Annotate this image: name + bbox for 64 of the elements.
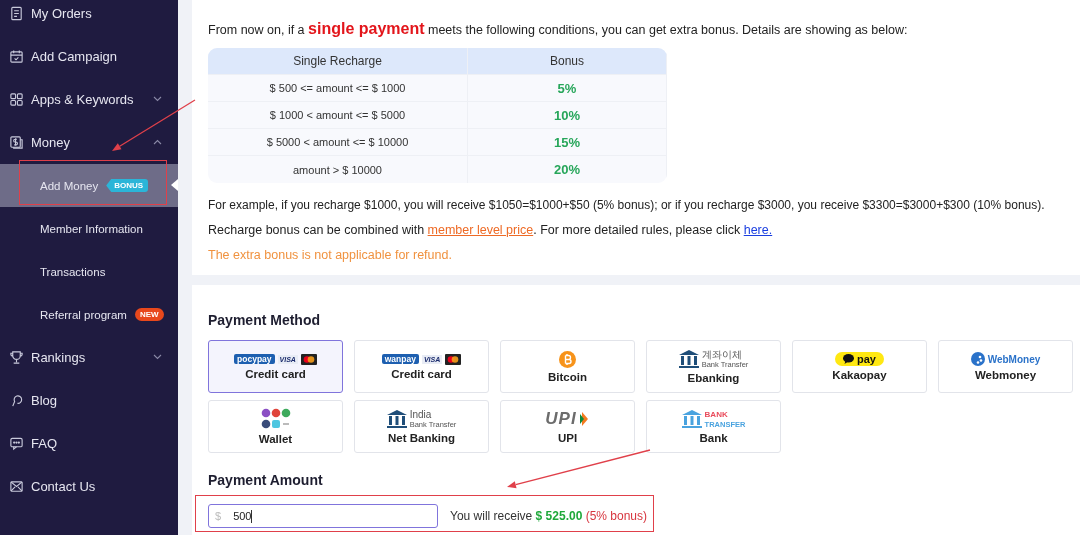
method-label: Credit card [245,367,306,380]
table-cell: 15% [468,129,667,155]
example-text: For example, if you recharge $1000, you will receive $1050=$1000+$50 (5% bonus); or if you recharge $3000, you receive $3300=$3000+$300 (10% bonus). [208,197,1046,214]
subitem-label: Transactions [40,265,106,278]
subitem-label: Add Money [40,179,99,192]
payment-method-tile[interactable]: UPI UPI [500,400,635,453]
document-icon [9,6,24,21]
here-link[interactable]: here. [743,223,773,237]
sidebar-item[interactable]: Blog [0,379,178,422]
warning-text: The extra bonus is not applicable for refund. [208,247,453,264]
table-cell: $ 5000 < amount <= $ 10000 [208,129,468,155]
sidebar-subitem[interactable]: Member Information [0,207,178,250]
sidebar-item[interactable]: FAQ [0,422,178,465]
note-text: Recharge bonus can be combined with member level price. For more detailed rules, please click here. [208,222,774,239]
payment-method-tile[interactable]: pay Kakaopay [792,340,927,393]
bonus-badge: BONUS [106,179,149,192]
webmoney-logo: WebMoney [970,352,1041,366]
amount-field[interactable]: $ 500 [208,504,438,528]
method-label: Wallet [258,433,293,445]
sidebar-item[interactable]: Add Campaign [0,35,178,78]
sidebar-item[interactable]: Rankings [0,336,178,379]
subitem-label: Referral program [40,308,127,321]
wallet-logos-icon [260,408,291,430]
grid-icon [9,92,24,107]
upi-logo: UPI [545,409,590,429]
table-cell: $ 500 <= amount <= $ 1000 [208,75,468,101]
method-label: Kakaopay [832,369,887,381]
calendar-icon [9,49,24,64]
sidebar-item[interactable]: Apps & Keywords [0,78,178,121]
method-label: Webmoney [974,369,1037,381]
subitem-label: Member Information [40,222,143,235]
trophy-icon [9,350,24,365]
table-cell: 10% [468,102,667,128]
method-label: Ebanking [687,372,740,384]
method-label: UPI [557,432,578,444]
chat-icon [9,436,24,451]
table-cell: amount > $ 10000 [208,156,468,183]
method-label: Bank [699,432,728,444]
sidebar-subitem[interactable]: Referral program NEW [0,293,178,336]
table-cell: $ 1000 < amount <= $ 5000 [208,102,468,128]
mail-icon [9,479,24,494]
table-cell: 20% [468,156,667,183]
method-label: Credit card [391,367,452,380]
sidebar-item[interactable]: My Orders [0,0,178,35]
dollar-icon [9,135,24,150]
loop-icon [9,393,24,408]
sidebar-item[interactable]: Contact Us [0,465,178,508]
table-cell: 5% [468,75,667,101]
sidebar-item[interactable]: Money [0,121,178,164]
column-header: Single Recharge [208,48,468,74]
receive-text: You will receive $ 525.00 (5% bonus) [450,509,648,523]
kakaopay-logo: pay [835,352,884,366]
payment-method-tile[interactable]: Bitcoin [500,340,635,393]
payment-method-tile[interactable]: WebMoney Webmoney [938,340,1073,393]
method-label: Bitcoin [548,370,587,383]
payment-method-tile[interactable]: Wallet [208,400,343,453]
column-header: Bonus [468,48,667,74]
method-label: Net Banking [387,432,456,444]
section-title: Payment Method [208,311,321,329]
new-badge: NEW [134,308,164,321]
coin-icon [559,350,576,368]
sidebar-subitem[interactable]: Transactions [0,250,178,293]
intro-text: From now on, if a single payment meets the following conditions, you can get extra bonus. Details are showing as below: [208,20,909,39]
section-title: Payment Amount [208,471,324,489]
